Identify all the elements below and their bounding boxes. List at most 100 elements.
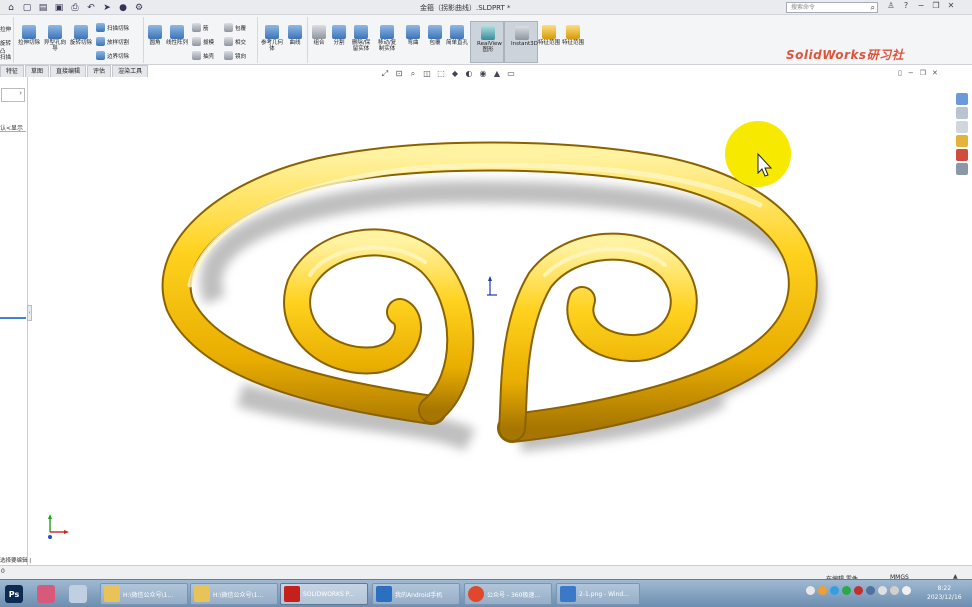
curves-button[interactable]: 曲线 bbox=[284, 25, 306, 46]
linear-pattern-button[interactable]: 线性阵列 bbox=[166, 25, 188, 46]
flex-button[interactable]: 弯曲 bbox=[402, 25, 424, 46]
taskbar-android[interactable]: 我的Android手机 bbox=[372, 583, 460, 605]
minimize-icon[interactable]: − bbox=[916, 1, 926, 10]
design-library-icon[interactable] bbox=[956, 107, 968, 119]
graphics-viewport[interactable] bbox=[28, 77, 956, 565]
taskbar-explorer-2[interactable]: H:\微信公众号\1... bbox=[190, 583, 278, 605]
taskbar-browser[interactable]: 公众号 - 360极速... bbox=[464, 583, 552, 605]
tab-features[interactable]: 特征 bbox=[0, 65, 25, 77]
search-placeholder: 搜索命令 bbox=[791, 4, 816, 11]
options-icon[interactable]: ⚙ bbox=[132, 2, 146, 13]
ribbon-left-cut-0[interactable]: 拉伸 bbox=[0, 25, 11, 33]
user-icon[interactable]: ♙ bbox=[886, 1, 896, 10]
taskbar-explorer-1[interactable]: H:\微信公众号\1... bbox=[100, 583, 188, 605]
panel-dropdown[interactable]: › bbox=[1, 88, 25, 102]
extruded-cut-button[interactable]: 拉伸切除 bbox=[18, 25, 40, 46]
mirror-button[interactable]: 镜向 bbox=[224, 51, 246, 60]
appearances-icon[interactable] bbox=[956, 149, 968, 161]
instant3d-button[interactable]: Instant3D bbox=[504, 21, 538, 63]
new-icon[interactable]: ▢ bbox=[20, 2, 34, 13]
tray-keyboard-icon[interactable] bbox=[866, 586, 875, 595]
intersect-label: 相交 bbox=[235, 39, 247, 46]
home-icon[interactable]: ⌂ bbox=[4, 2, 18, 13]
wrap-label: 包覆 bbox=[235, 25, 247, 32]
photoshop-pin[interactable]: Ps bbox=[2, 583, 26, 605]
help-icon[interactable]: ? bbox=[901, 1, 911, 10]
select-icon[interactable]: ➤ bbox=[100, 2, 114, 13]
print-icon[interactable]: ⎙ bbox=[68, 2, 82, 13]
view-palette-icon[interactable] bbox=[956, 135, 968, 147]
lofted-cut-button[interactable]: 放样切割 bbox=[96, 37, 129, 46]
undo-icon[interactable]: ↶ bbox=[84, 2, 98, 13]
combine-button[interactable]: 组合 bbox=[308, 25, 330, 46]
rib-button[interactable]: 筋 bbox=[192, 23, 209, 32]
draft-button[interactable]: 拔模 bbox=[192, 37, 214, 46]
viewport-close-icon[interactable]: ✕ bbox=[932, 69, 938, 77]
taskbar-solidworks[interactable]: SOLIDWORKS P... bbox=[280, 583, 368, 605]
reference-geometry-button[interactable]: 参考几何体 bbox=[261, 25, 283, 52]
extruded-cut-icon bbox=[22, 25, 36, 39]
tray-expand-icon[interactable] bbox=[806, 586, 815, 595]
tab-sketch[interactable]: 草图 bbox=[25, 65, 50, 77]
tray-security-icon[interactable] bbox=[842, 586, 851, 595]
split-button[interactable]: 分割 bbox=[328, 25, 350, 46]
combine-icon bbox=[312, 25, 326, 39]
wrap-button[interactable]: 包覆 bbox=[224, 23, 246, 32]
tray-network-icon[interactable] bbox=[830, 586, 839, 595]
feature-scope-label-2: 特征范围 bbox=[562, 40, 585, 46]
search-commands-input[interactable]: 搜索命令 ⌕ bbox=[786, 2, 878, 13]
delete-keep-body-button[interactable]: 删除/保留实体 bbox=[350, 25, 372, 52]
linear-pattern-label: 线性阵列 bbox=[166, 40, 189, 46]
realview-button[interactable]: RealView 图形 bbox=[470, 21, 504, 63]
tree-rollback-bar[interactable] bbox=[0, 131, 26, 132]
photoshop-icon: Ps bbox=[5, 585, 23, 603]
custom-properties-icon[interactable] bbox=[956, 163, 968, 175]
rebuild-icon[interactable]: ● bbox=[116, 2, 130, 13]
tray-record-icon[interactable] bbox=[854, 586, 863, 595]
task-pane bbox=[956, 93, 972, 175]
paint-pin[interactable] bbox=[66, 583, 90, 605]
save-icon[interactable]: ▣ bbox=[52, 2, 66, 13]
viewport-minimize-icon[interactable]: − bbox=[908, 69, 914, 77]
tab-direct-edit[interactable]: 直接编辑 bbox=[50, 65, 87, 77]
taskbar-image-viewer[interactable]: 2-1.png - Wind... bbox=[556, 583, 640, 605]
move-copy-body-button[interactable]: 移动/复制实体 bbox=[376, 25, 398, 52]
viewport-tile-icon[interactable]: ▯ bbox=[898, 69, 902, 77]
move-copy-body-icon bbox=[380, 25, 394, 39]
hole-wizard-button[interactable]: 异型孔向导 bbox=[44, 25, 66, 52]
intersect-button[interactable]: 相交 bbox=[224, 37, 246, 46]
ribbon-group-boss: 拉伸 旋转凸 扫描 bbox=[0, 17, 14, 63]
realview-icon bbox=[481, 26, 495, 40]
tray-app-icon[interactable] bbox=[818, 586, 827, 595]
taskbar-clock[interactable]: 8:22 2023/12/16 bbox=[927, 584, 962, 602]
resources-icon[interactable] bbox=[956, 93, 968, 105]
fillet-button[interactable]: 圆角 bbox=[144, 25, 166, 46]
restore-icon[interactable]: ❐ bbox=[931, 1, 941, 10]
photos-pin[interactable] bbox=[34, 583, 58, 605]
search-icon[interactable]: ⌕ bbox=[871, 3, 875, 12]
tab-evaluate[interactable]: 评估 bbox=[87, 65, 112, 77]
wrap-icon bbox=[224, 23, 233, 32]
panel-scroll-indicator[interactable] bbox=[0, 317, 26, 319]
feature-scope-button-2[interactable]: 特征范围 bbox=[562, 25, 584, 46]
watermark-text: SolidWorks研习社 bbox=[786, 48, 905, 62]
tray-flag-icon[interactable] bbox=[890, 586, 899, 595]
wrap2-button[interactable]: 包覆 bbox=[424, 25, 446, 46]
tray-volume-icon[interactable] bbox=[878, 586, 887, 595]
simple-hole-button[interactable]: 简单直孔 bbox=[446, 25, 468, 46]
feature-scope-button-1[interactable]: 特征范围 bbox=[538, 25, 560, 46]
taskbar-image-viewer-label: 2-1.png - Wind... bbox=[579, 590, 629, 598]
file-explorer-icon[interactable] bbox=[956, 121, 968, 133]
shell-button[interactable]: 抽壳 bbox=[192, 51, 214, 60]
tray-ime-icon[interactable] bbox=[902, 586, 911, 595]
boundary-cut-button[interactable]: 边界切除 bbox=[96, 51, 129, 60]
open-icon[interactable]: ▤ bbox=[36, 2, 50, 13]
revolved-cut-icon bbox=[74, 25, 88, 39]
revolved-cut-button[interactable]: 旋转切除 bbox=[70, 25, 92, 46]
ring-model[interactable] bbox=[28, 77, 956, 565]
ribbon-left-cut-2[interactable]: 扫描 bbox=[0, 53, 11, 61]
viewport-restore-icon[interactable]: ❐ bbox=[920, 69, 926, 77]
close-icon[interactable]: ✕ bbox=[946, 1, 956, 10]
tab-render-tools[interactable]: 渲染工具 bbox=[112, 65, 149, 77]
swept-cut-button[interactable]: 扫描切除 bbox=[96, 23, 129, 32]
